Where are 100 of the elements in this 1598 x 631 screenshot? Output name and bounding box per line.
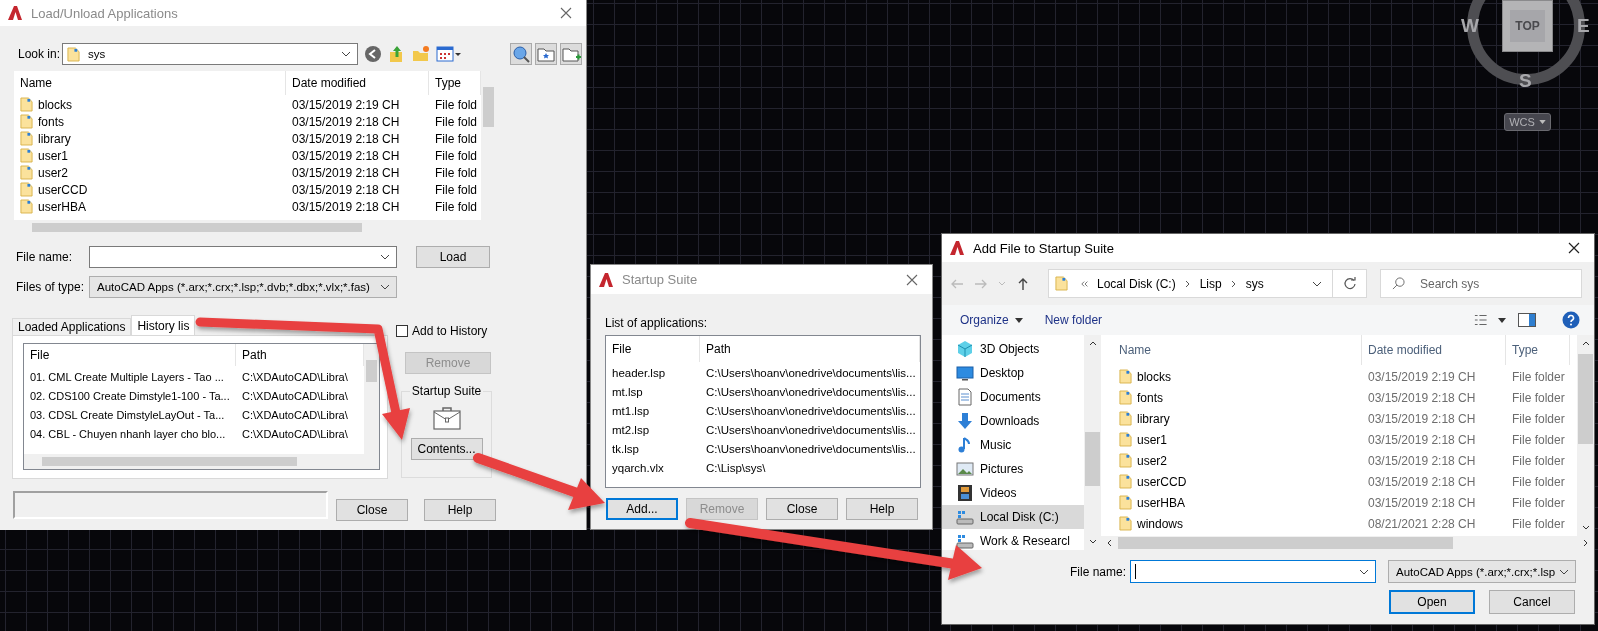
- scroll-up-icon[interactable]: [1581, 341, 1590, 346]
- file-name[interactable]: userHBA: [38, 199, 87, 214]
- view-cube[interactable]: TOP: [1502, 0, 1553, 52]
- file-name[interactable]: blocks: [38, 97, 72, 112]
- file-name[interactable]: library: [38, 131, 71, 146]
- organize-menu[interactable]: Organize: [960, 313, 1023, 327]
- dialog-button[interactable]: Cancel: [1489, 590, 1575, 614]
- scroll-right-icon[interactable]: [1583, 539, 1588, 547]
- breadcrumb-item[interactable]: sys: [1245, 276, 1264, 291]
- favorites-folder-icon[interactable]: [535, 43, 557, 65]
- dialog-button[interactable]: Close: [766, 498, 838, 520]
- horizontal-scrollbar[interactable]: [1101, 536, 1594, 550]
- file-name[interactable]: userHBA: [1137, 495, 1186, 510]
- file-name[interactable]: windows: [1137, 516, 1184, 531]
- nav-item[interactable]: Videos: [942, 481, 1084, 505]
- vertical-scrollbar[interactable]: [1577, 335, 1594, 536]
- scrollbar-thumb[interactable]: [1578, 354, 1593, 444]
- application-file[interactable]: header.lsp: [606, 366, 700, 379]
- file-name-field[interactable]: [1130, 560, 1376, 583]
- dialog-button[interactable]: Add...: [606, 498, 678, 520]
- search-field[interactable]: Search sys: [1380, 269, 1582, 298]
- column-header[interactable]: Type: [1506, 335, 1570, 365]
- scroll-left-icon[interactable]: [1107, 539, 1112, 547]
- look-in-dropdown[interactable]: sys: [62, 43, 358, 65]
- horizontal-scrollbar[interactable]: [24, 454, 379, 469]
- file-name[interactable]: fonts: [1137, 390, 1163, 405]
- nav-item[interactable]: Pictures: [942, 457, 1084, 481]
- breadcrumb-item[interactable]: Local Disk (C:): [1097, 276, 1176, 291]
- file-name[interactable]: user1: [38, 148, 69, 163]
- chevron-down-icon[interactable]: [1312, 280, 1322, 287]
- nav-item[interactable]: Work & Researcl: [942, 529, 1084, 550]
- file-name-field[interactable]: [89, 246, 397, 268]
- type-cell-text: File folder: [1511, 432, 1566, 447]
- view-menu-icon[interactable]: [436, 45, 462, 63]
- file-name[interactable]: fonts: [38, 114, 64, 129]
- column-header[interactable]: File: [606, 336, 700, 362]
- tab[interactable]: History lis: [131, 315, 196, 335]
- back-icon[interactable]: [364, 45, 382, 63]
- scroll-down-icon[interactable]: [1088, 539, 1097, 544]
- add-favorite-icon[interactable]: [560, 43, 582, 65]
- close-icon[interactable]: [1568, 242, 1580, 254]
- column-header[interactable]: File: [24, 344, 236, 366]
- history-file[interactable]: 01. CML Create Multiple Layers - Tao ...: [24, 370, 236, 383]
- coordinate-system-menu[interactable]: WCS: [1504, 113, 1551, 131]
- scrollbar-thumb[interactable]: [1085, 432, 1100, 486]
- web-search-icon[interactable]: [510, 43, 532, 65]
- file-name[interactable]: user1: [1137, 432, 1168, 447]
- file-name[interactable]: library: [1137, 411, 1170, 426]
- vertical-scrollbar[interactable]: [364, 344, 379, 454]
- nav-item[interactable]: Downloads: [942, 409, 1084, 433]
- column-header[interactable]: Path: [700, 336, 920, 362]
- double-chevron-icon[interactable]: [1081, 279, 1089, 288]
- nav-item[interactable]: Local Disk (C:): [942, 505, 1084, 529]
- breadcrumb-item[interactable]: Lisp: [1199, 276, 1222, 291]
- caret-icon[interactable]: [1498, 317, 1506, 323]
- column-header[interactable]: Date modified: [1362, 335, 1506, 365]
- file-name[interactable]: userCCD: [1137, 474, 1187, 489]
- column-header[interactable]: Name: [14, 71, 286, 95]
- date-cell-text: 03/15/2019 2:18 CH: [291, 199, 401, 214]
- vertical-scrollbar[interactable]: [1084, 335, 1101, 550]
- nav-item[interactable]: 3D Objects: [942, 337, 1084, 361]
- refresh-icon[interactable]: [1342, 276, 1357, 291]
- help-button[interactable]: Help: [424, 499, 496, 521]
- dialog-button[interactable]: Help: [846, 498, 918, 520]
- application-file[interactable]: yqarch.vlx: [606, 461, 700, 474]
- application-file[interactable]: mt1.lsp: [606, 404, 700, 417]
- contents-button[interactable]: Contents...: [410, 438, 483, 460]
- history-file[interactable]: 03. CDSL Create DimstyleLayOut - Ta...: [24, 408, 236, 421]
- file-name[interactable]: userCCD: [38, 182, 88, 197]
- nav-item[interactable]: Desktop: [942, 361, 1084, 385]
- file-name[interactable]: user2: [38, 165, 69, 180]
- application-file[interactable]: tk.lsp: [606, 442, 700, 455]
- nav-item[interactable]: Documents: [942, 385, 1084, 409]
- close-button[interactable]: Close: [336, 499, 408, 521]
- app-logo-icon: [949, 240, 965, 256]
- file-name[interactable]: user2: [1137, 453, 1168, 468]
- files-of-type-dropdown[interactable]: AutoCAD Apps (*.arx;*.crx;*.lsp;*.dvb;*.dbx;*.vlx;*.fas): [89, 276, 397, 298]
- history-file[interactable]: 02. CDS100 Create Dimstyle1-100 - Ta...: [24, 389, 236, 402]
- preview-pane-icon[interactable]: [1518, 313, 1536, 327]
- help-icon[interactable]: [1562, 311, 1580, 329]
- dialog-button[interactable]: Open: [1389, 590, 1475, 614]
- column-header[interactable]: Date modified: [286, 71, 429, 95]
- checkbox[interactable]: [396, 325, 408, 337]
- load-button[interactable]: Load: [416, 246, 490, 268]
- history-file[interactable]: 04. CBL - Chuyen nhanh layer cho blo...: [24, 427, 236, 440]
- up-arrow-icon[interactable]: [1016, 276, 1030, 291]
- address-bar[interactable]: Local Disk (C:) Lisp sys: [1048, 269, 1367, 298]
- nav-item[interactable]: Music: [942, 433, 1084, 457]
- scroll-down-icon[interactable]: [1581, 525, 1590, 530]
- application-file[interactable]: mt.lsp: [606, 385, 700, 398]
- column-header[interactable]: Name: [1101, 335, 1362, 365]
- application-file[interactable]: mt2.lsp: [606, 423, 700, 436]
- chevron-right-icon[interactable]: [1229, 279, 1238, 288]
- type-cell-text: File fold: [434, 165, 479, 180]
- file-name[interactable]: blocks: [1137, 369, 1171, 384]
- scroll-up-icon[interactable]: [1088, 341, 1097, 346]
- tab[interactable]: Loaded Applications: [12, 318, 132, 335]
- chevron-right-icon[interactable]: [1183, 279, 1192, 288]
- new-folder-button[interactable]: New folder: [1044, 313, 1103, 327]
- file-type-dropdown[interactable]: AutoCAD Apps (*.arx;*.crx;*.lsp: [1388, 560, 1576, 583]
